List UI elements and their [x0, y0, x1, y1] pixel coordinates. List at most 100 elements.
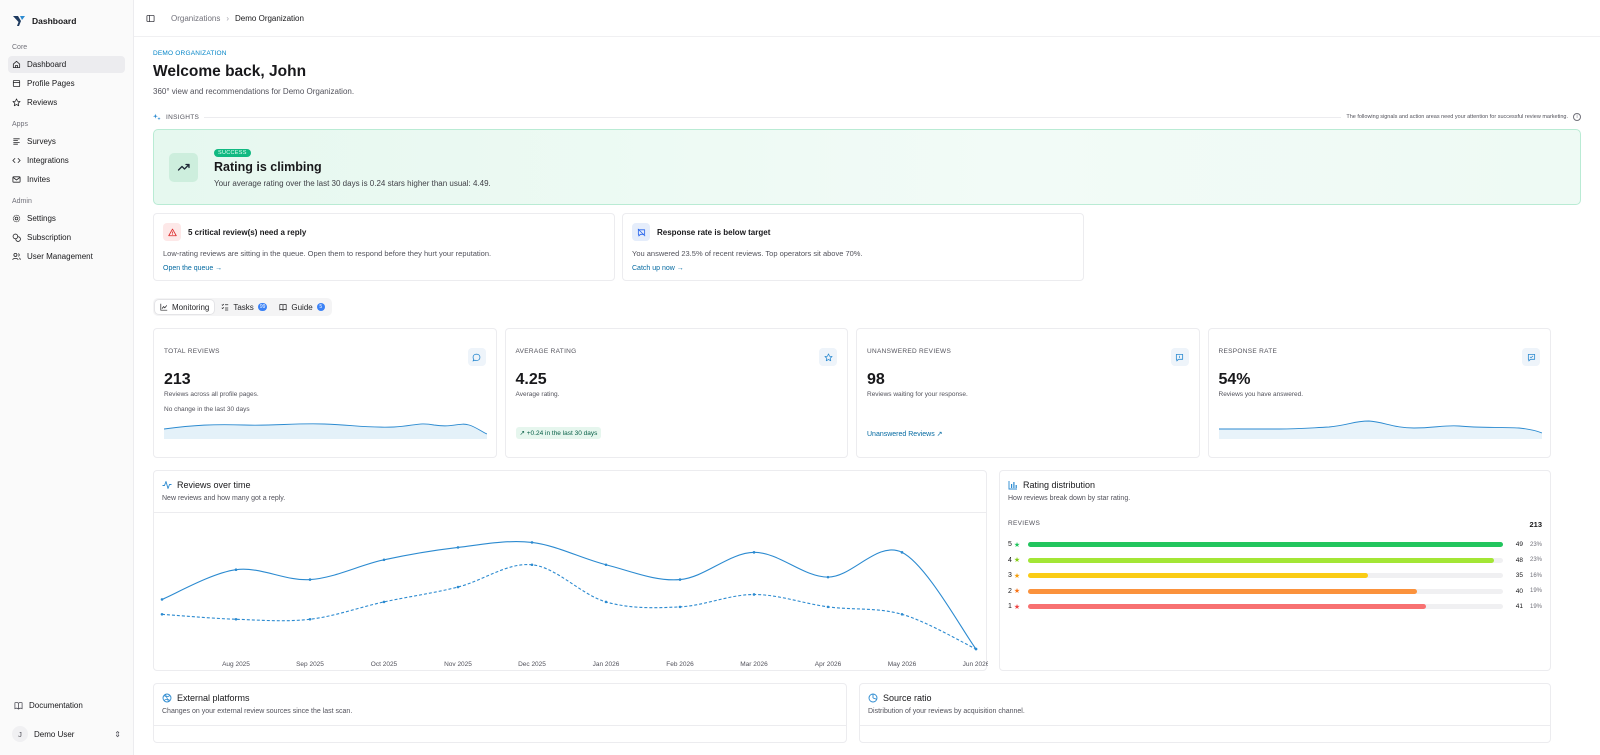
kpi-trend-badge: ↗ +0.24 in the last 30 days	[515, 427, 602, 439]
data-point[interactable]	[678, 578, 682, 581]
data-point[interactable]	[382, 600, 386, 604]
card-subtitle: Distribution of your reviews by acquisit…	[868, 708, 1025, 715]
sidebar-item-label: Subscription	[27, 233, 72, 242]
data-point[interactable]	[900, 551, 904, 554]
reviews-line-chart: Aug 2025 Sep 2025 Oct 2025 Nov 2025 Dec 2025…	[160, 541, 988, 668]
data-point[interactable]	[234, 568, 238, 571]
kpi-unanswered-reviews: UNANSWERED REVIEWS 98 Reviews waiting fo…	[856, 328, 1200, 458]
hero-title: Rating is climbing	[214, 159, 322, 174]
data-point[interactable]	[604, 600, 608, 604]
guide-count-badge: 5	[316, 303, 325, 311]
warning-triangle-icon	[167, 228, 177, 236]
sidebar-item-user-management[interactable]: User Management	[8, 248, 125, 265]
kpi-value: 213	[164, 371, 191, 388]
kpi-description: Reviews waiting for your response.	[867, 391, 968, 398]
sidebar-item-label: Surveys	[27, 137, 56, 146]
data-point[interactable]	[752, 551, 756, 554]
data-point[interactable]	[308, 617, 312, 621]
user-name: Demo User	[34, 729, 75, 739]
x-tick-label: Sep 2025	[296, 661, 324, 668]
tab-label: Tasks	[233, 302, 254, 312]
tab-guide[interactable]: Guide 5	[274, 300, 329, 314]
documentation-link[interactable]: Documentation	[8, 697, 125, 713]
distribution-bar-track	[1028, 588, 1503, 594]
card-subtitle: New reviews and how many got a reply.	[162, 495, 286, 502]
distribution-row-4-star: 4 ★ 48 23%	[1008, 553, 1542, 569]
data-point[interactable]	[826, 575, 830, 579]
alert-critical-reviews: 5 critical review(s) need a reply Low-ra…	[153, 213, 615, 281]
nav-group-title: Apps	[12, 121, 28, 128]
data-point[interactable]	[604, 563, 608, 567]
trending-up-icon	[177, 163, 190, 171]
card-header: Source ratio Distribution of your review…	[860, 684, 1550, 726]
nav-group-apps: Apps Surveys Integrations Invites	[8, 121, 125, 188]
info-icon[interactable]: i	[1573, 113, 1581, 121]
card-header: Reviews over time New reviews and how ma…	[154, 471, 986, 513]
data-point[interactable]	[678, 605, 682, 609]
nav-group-admin: Admin Settings Subscription User Management	[8, 198, 125, 265]
card-subtitle: Changes on your external review sources …	[162, 708, 353, 715]
data-point[interactable]	[530, 563, 534, 567]
list-checks-icon	[221, 303, 229, 311]
tasks-count-badge: 99	[257, 303, 268, 311]
alert-response-rate: Response rate is below target You answer…	[622, 213, 1084, 281]
distribution-percent: 16%	[1529, 572, 1542, 579]
data-point[interactable]	[160, 613, 164, 616]
success-badge: SUCCESS	[214, 148, 251, 157]
sidebar-item-dashboard[interactable]: Dashboard	[8, 56, 125, 73]
sidebar-item-reviews[interactable]: Reviews	[8, 94, 125, 111]
star-icon: ★	[1013, 603, 1021, 611]
star-icon: ★	[1013, 572, 1021, 580]
brand[interactable]: Dashboard	[8, 10, 125, 44]
tab-tasks[interactable]: Tasks 99	[216, 300, 272, 314]
message-off-icon	[637, 228, 645, 236]
kpi-icon-box	[467, 348, 486, 366]
sidebar-toggle-icon[interactable]	[146, 14, 155, 23]
data-point[interactable]	[234, 617, 238, 621]
chevron-updown-icon: ⇕	[114, 729, 121, 739]
view-tabs: Monitoring Tasks 99 Guide 5	[153, 298, 332, 316]
data-point[interactable]	[530, 541, 534, 544]
hero-description: Your average rating over the last 30 day…	[214, 178, 491, 188]
sidebar-item-surveys[interactable]: Surveys	[8, 133, 125, 150]
sidebar-item-invites[interactable]: Invites	[8, 171, 125, 188]
sidebar-item-settings[interactable]: Settings	[8, 210, 125, 227]
sidebar-item-profile-pages[interactable]: Profile Pages	[8, 75, 125, 92]
data-point[interactable]	[382, 558, 386, 562]
card-header: Rating distribution How reviews break do…	[1000, 471, 1550, 502]
sidebar-item-label: Dashboard	[27, 60, 67, 69]
star-value: 1	[1008, 603, 1012, 611]
open-queue-link[interactable]: Open the queue →	[163, 265, 605, 272]
series-line-solid	[161, 541, 977, 650]
total-reviews-sparkline	[164, 423, 487, 439]
data-point[interactable]	[456, 585, 460, 589]
data-point[interactable]	[752, 593, 756, 596]
kpi-label: TOTAL REVIEWS	[164, 348, 220, 355]
data-point[interactable]	[826, 605, 830, 609]
card-title: Rating distribution	[1023, 480, 1096, 490]
sidebar-item-subscription[interactable]: Subscription	[8, 229, 125, 246]
data-point[interactable]	[308, 578, 312, 581]
card-header: External platforms Changes on your exter…	[154, 684, 846, 726]
distribution-rows: 5 ★ 49 23% 4 ★ 48 23% 3 ★ 35 16% 2 ★ 40 19% 1 ★ 41 19%	[1000, 529, 1550, 615]
bar-chart-icon	[1008, 481, 1017, 490]
kpi-note: No change in the last 30 days	[164, 406, 250, 413]
x-tick-label: Apr 2026	[815, 661, 842, 668]
sidebar-item-integrations[interactable]: Integrations	[8, 152, 125, 169]
unanswered-reviews-link[interactable]: Unanswered Reviews ↗	[867, 430, 943, 438]
user-menu[interactable]: J Demo User ⇕	[8, 723, 125, 745]
breadcrumb-parent[interactable]: Organizations	[171, 14, 220, 23]
data-point[interactable]	[456, 546, 460, 549]
coins-icon	[12, 233, 21, 242]
catch-up-link[interactable]: Catch up now →	[632, 265, 1074, 272]
insights-label: INSIGHTS	[166, 113, 200, 121]
star-level: 2 ★	[1008, 587, 1026, 596]
tab-monitoring[interactable]: Monitoring	[155, 300, 215, 314]
star-icon	[12, 98, 21, 107]
data-point[interactable]	[974, 647, 978, 651]
alert-icon-box	[163, 223, 181, 241]
distribution-bar-fill	[1028, 573, 1369, 579]
data-point[interactable]	[160, 598, 164, 601]
data-point[interactable]	[900, 613, 904, 616]
distribution-percent: 19%	[1529, 588, 1542, 595]
